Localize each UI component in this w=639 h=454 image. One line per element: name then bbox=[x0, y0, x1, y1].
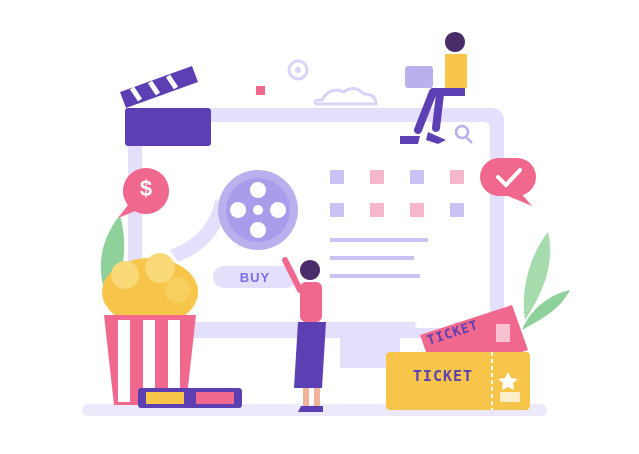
decor-square bbox=[256, 86, 265, 95]
3d-glasses-icon bbox=[138, 388, 242, 408]
cloud-decoration bbox=[313, 87, 378, 106]
online-movie-ticket-illustration: BUY TICKET $ TICKET bbox=[0, 0, 639, 450]
popcorn-bucket bbox=[102, 253, 198, 405]
gear-icon bbox=[287, 59, 309, 81]
dollar-sign-icon: $ bbox=[139, 176, 153, 201]
clapperboard-icon bbox=[120, 66, 211, 146]
buy-button-label: BUY bbox=[239, 269, 271, 285]
ticket-label: TICKET bbox=[412, 367, 474, 385]
right-plant-decoration bbox=[522, 232, 570, 330]
film-reel-icon bbox=[218, 170, 298, 250]
